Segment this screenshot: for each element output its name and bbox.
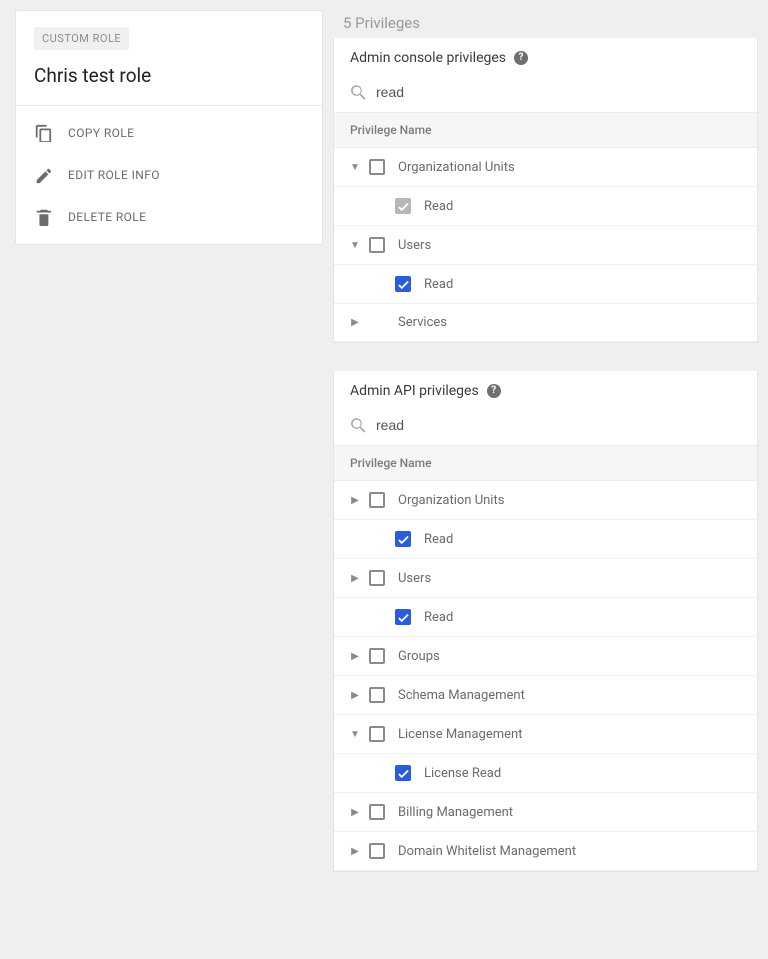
chevron-right-icon[interactable]: ▶ bbox=[346, 495, 364, 506]
label: Read bbox=[416, 277, 453, 292]
checkbox-api-users[interactable] bbox=[369, 570, 385, 586]
admin-api-privileges-section: Admin API privileges ? Privilege Name ▶ … bbox=[333, 371, 758, 872]
privilege-search-api[interactable] bbox=[334, 407, 757, 445]
panel-title: 5 Privileges bbox=[333, 10, 758, 38]
label: Read bbox=[416, 610, 453, 625]
checkbox-api-domain[interactable] bbox=[369, 843, 385, 859]
copy-role-label: COPY ROLE bbox=[68, 126, 134, 140]
label: Schema Management bbox=[390, 688, 525, 703]
checkbox-api-org-read[interactable] bbox=[395, 531, 411, 547]
row-users-read[interactable]: Read bbox=[334, 265, 757, 304]
checkbox-api-license[interactable] bbox=[369, 726, 385, 742]
admin-console-privileges-section: Admin console privileges ? Privilege Nam… bbox=[333, 38, 758, 343]
row-api-domain[interactable]: ▶ Domain Whitelist Management bbox=[334, 832, 757, 871]
label: Users bbox=[390, 571, 431, 586]
edit-role-info-button[interactable]: EDIT ROLE INFO bbox=[16, 154, 322, 196]
edit-role-label: EDIT ROLE INFO bbox=[68, 168, 160, 182]
checkbox-api-license-read[interactable] bbox=[395, 765, 411, 781]
label: Organization Units bbox=[390, 493, 504, 508]
row-api-schema[interactable]: ▶ Schema Management bbox=[334, 676, 757, 715]
search-icon bbox=[350, 84, 366, 100]
checkbox-api-schema[interactable] bbox=[369, 687, 385, 703]
label: License Read bbox=[416, 766, 501, 781]
label: License Management bbox=[390, 727, 522, 742]
column-header: Privilege Name bbox=[334, 445, 757, 481]
search-input-api[interactable] bbox=[376, 417, 741, 433]
role-name: Chris test role bbox=[34, 64, 304, 87]
delete-role-button[interactable]: DELETE ROLE bbox=[16, 196, 322, 238]
row-api-billing[interactable]: ▶ Billing Management bbox=[334, 793, 757, 832]
section-title-api: Admin API privileges bbox=[350, 383, 479, 399]
role-card: CUSTOM ROLE Chris test role COPY ROLE ED… bbox=[15, 10, 323, 245]
row-api-org-read[interactable]: Read bbox=[334, 520, 757, 559]
checkbox-users-read[interactable] bbox=[395, 276, 411, 292]
row-services[interactable]: ▶ Services bbox=[334, 304, 757, 342]
row-org-units-read[interactable]: Read bbox=[334, 187, 757, 226]
checkbox-org-units-read bbox=[395, 198, 411, 214]
search-input-console[interactable] bbox=[376, 84, 741, 100]
checkbox-org-units[interactable] bbox=[369, 159, 385, 175]
row-org-units[interactable]: ▼ Organizational Units bbox=[334, 148, 757, 187]
label: Users bbox=[390, 238, 431, 253]
chevron-right-icon[interactable]: ▶ bbox=[346, 846, 364, 857]
label: Domain Whitelist Management bbox=[390, 844, 576, 859]
privileges-panel: 5 Privileges Admin console privileges ? … bbox=[333, 10, 758, 900]
row-api-groups[interactable]: ▶ Groups bbox=[334, 637, 757, 676]
section-title-console: Admin console privileges bbox=[350, 50, 506, 66]
checkbox-api-org[interactable] bbox=[369, 492, 385, 508]
checkbox-users[interactable] bbox=[369, 237, 385, 253]
row-api-users[interactable]: ▶ Users bbox=[334, 559, 757, 598]
copy-icon bbox=[34, 124, 52, 142]
chevron-down-icon[interactable]: ▼ bbox=[346, 240, 364, 251]
row-api-license[interactable]: ▼ License Management bbox=[334, 715, 757, 754]
label: Read bbox=[416, 199, 453, 214]
chevron-right-icon[interactable]: ▶ bbox=[346, 317, 364, 328]
chevron-right-icon[interactable]: ▶ bbox=[346, 807, 364, 818]
chevron-down-icon[interactable]: ▼ bbox=[346, 729, 364, 740]
pencil-icon bbox=[34, 166, 52, 184]
help-icon[interactable]: ? bbox=[487, 384, 501, 398]
chevron-right-icon[interactable]: ▶ bbox=[346, 651, 364, 662]
row-api-license-read[interactable]: License Read bbox=[334, 754, 757, 793]
label: Billing Management bbox=[390, 805, 513, 820]
search-icon bbox=[350, 417, 366, 433]
column-header: Privilege Name bbox=[334, 112, 757, 148]
checkbox-api-groups[interactable] bbox=[369, 648, 385, 664]
chevron-right-icon[interactable]: ▶ bbox=[346, 690, 364, 701]
help-icon[interactable]: ? bbox=[514, 51, 528, 65]
delete-role-label: DELETE ROLE bbox=[68, 210, 146, 224]
row-users[interactable]: ▼ Users bbox=[334, 226, 757, 265]
label: Services bbox=[390, 315, 447, 330]
privilege-search-console[interactable] bbox=[334, 74, 757, 112]
label: Groups bbox=[390, 649, 440, 664]
role-type-chip: CUSTOM ROLE bbox=[34, 27, 129, 50]
chevron-down-icon[interactable]: ▼ bbox=[346, 162, 364, 173]
copy-role-button[interactable]: COPY ROLE bbox=[16, 112, 322, 154]
row-api-users-read[interactable]: Read bbox=[334, 598, 757, 637]
trash-icon bbox=[34, 208, 52, 226]
row-api-org[interactable]: ▶ Organization Units bbox=[334, 481, 757, 520]
checkbox-api-billing[interactable] bbox=[369, 804, 385, 820]
label: Read bbox=[416, 532, 453, 547]
chevron-right-icon[interactable]: ▶ bbox=[346, 573, 364, 584]
label: Organizational Units bbox=[390, 160, 515, 175]
checkbox-api-users-read[interactable] bbox=[395, 609, 411, 625]
